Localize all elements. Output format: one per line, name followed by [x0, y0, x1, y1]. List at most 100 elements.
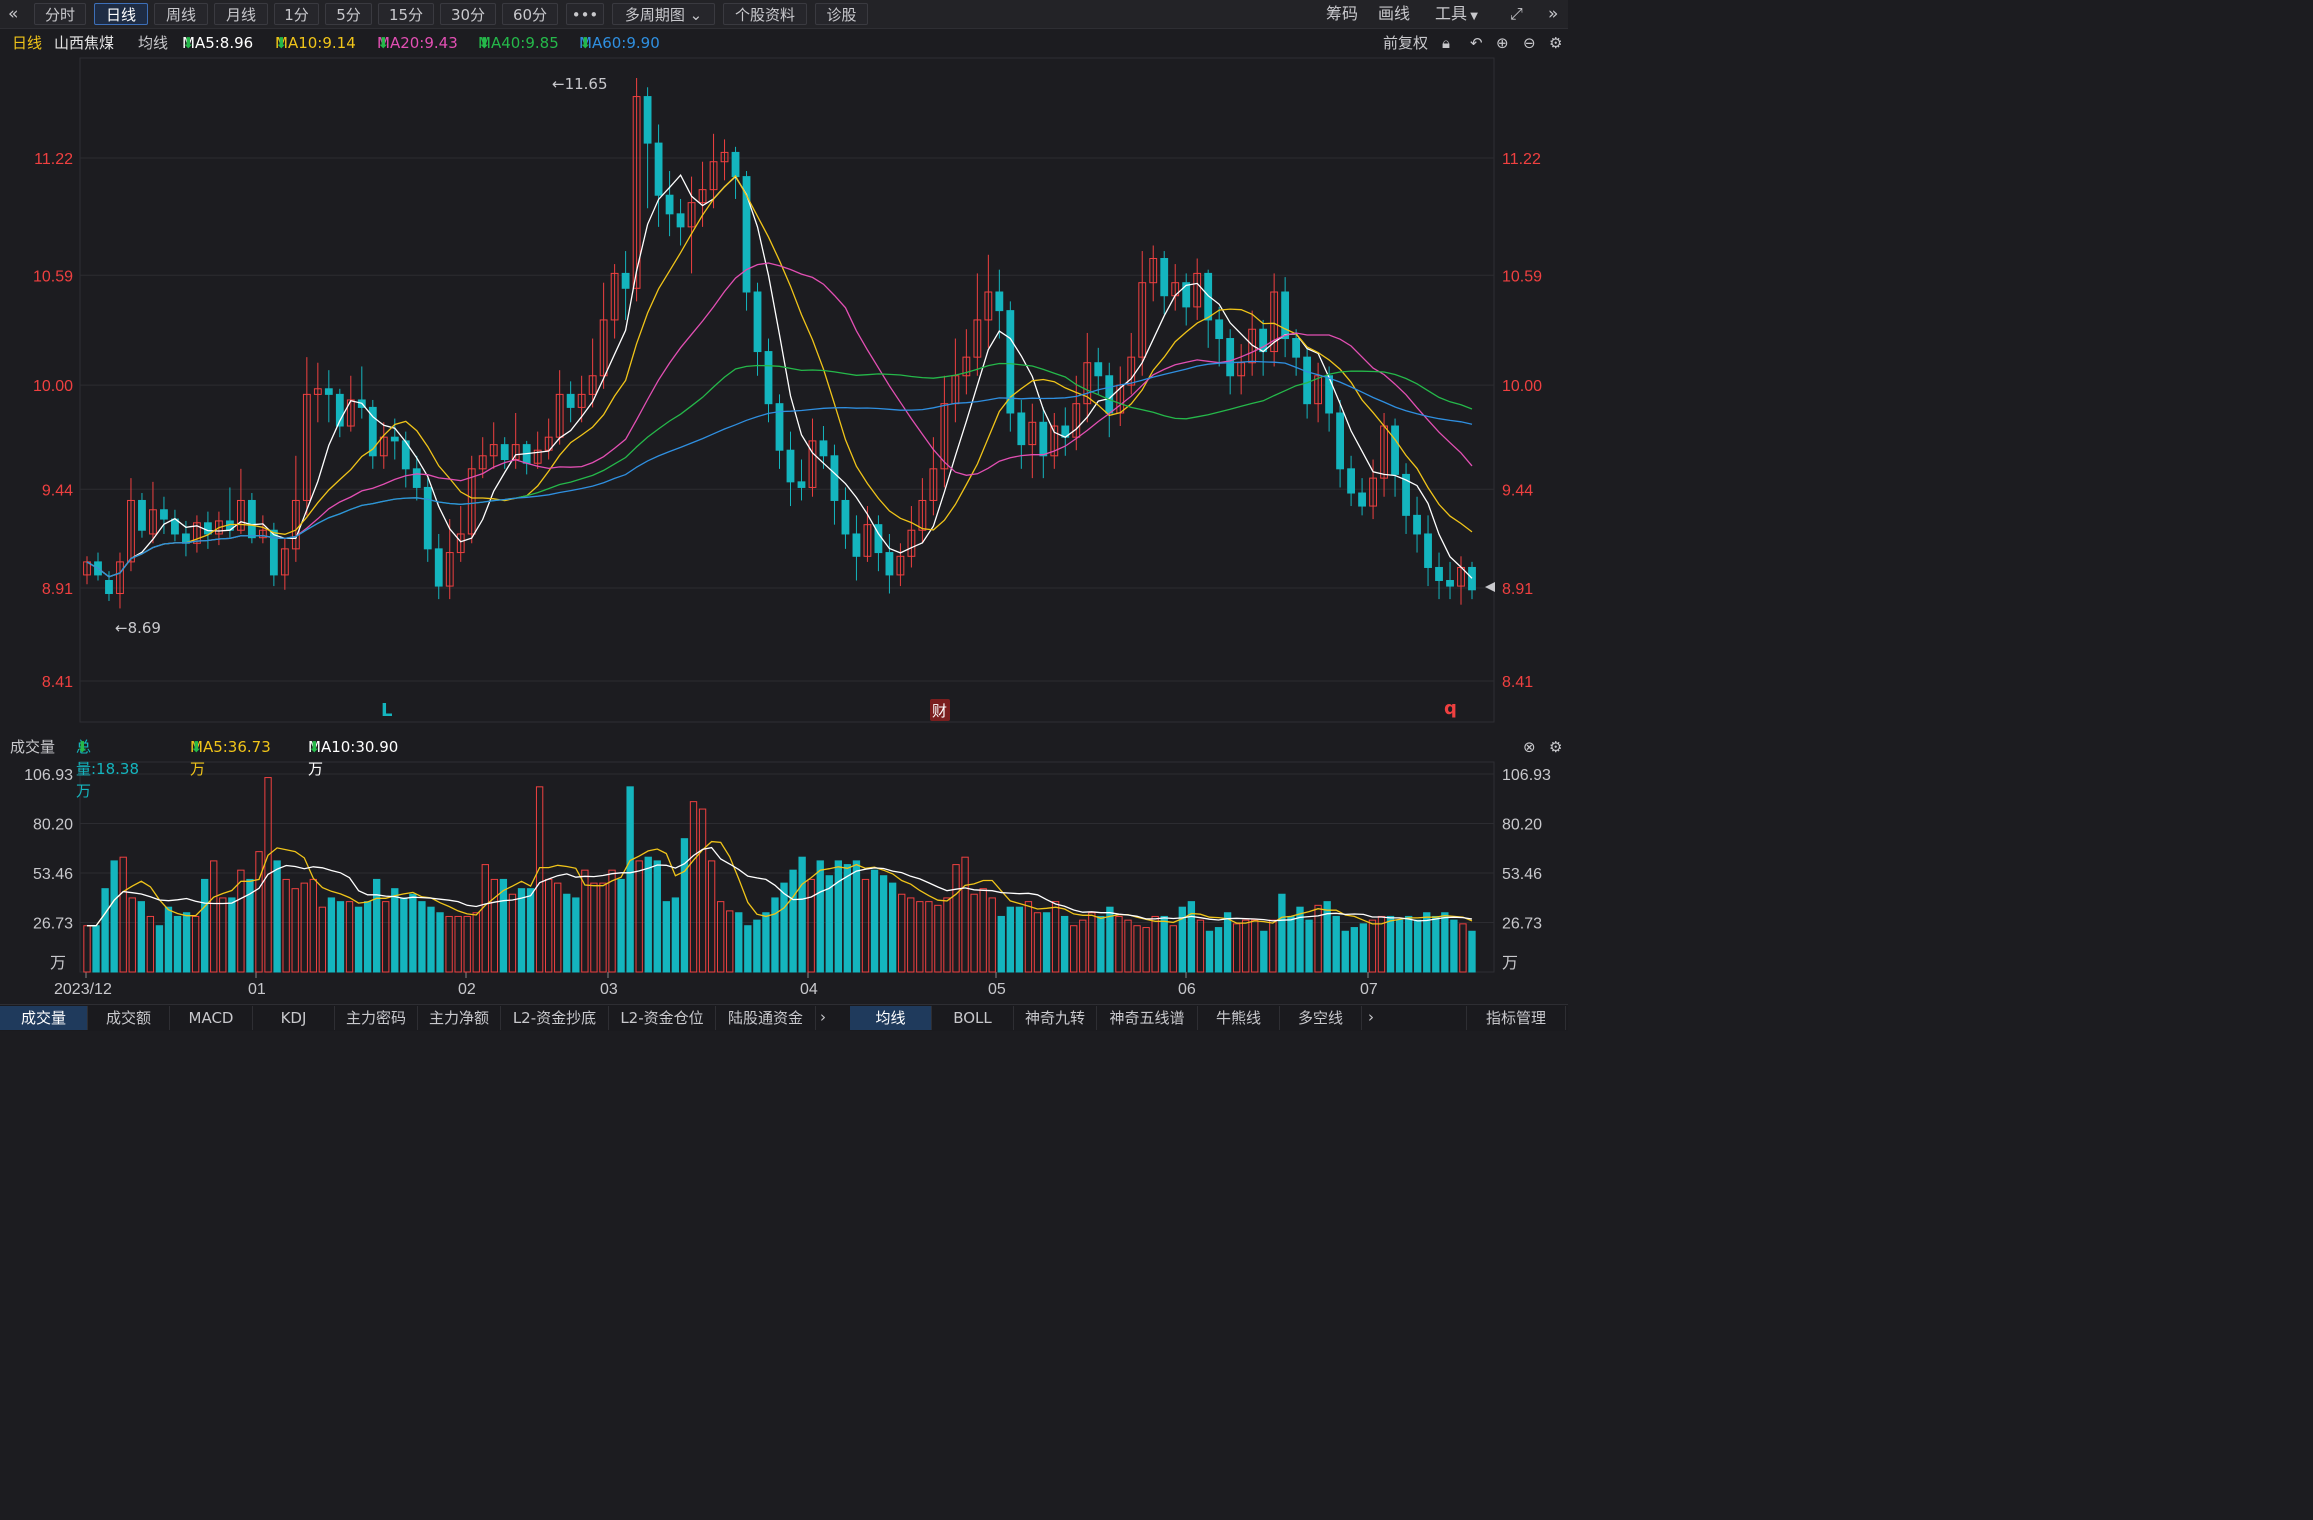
- bottom-tab-2[interactable]: MACD: [170, 1006, 253, 1030]
- price-tick-left: 9.44: [42, 482, 73, 499]
- volume-bar: [291, 888, 299, 973]
- bottom-tab-3[interactable]: KDJ: [253, 1006, 335, 1030]
- volume-bar: [155, 925, 164, 973]
- candle-body: [1336, 412, 1345, 470]
- price-tick-right: 8.91: [1502, 581, 1533, 598]
- volume-bar: [1432, 915, 1440, 973]
- volume-bar: [101, 888, 109, 973]
- volume-bar: [436, 912, 444, 973]
- volume-bar: [726, 910, 734, 973]
- close-icon[interactable]: ⊗: [1523, 736, 1536, 758]
- candle-body: [676, 213, 685, 228]
- volume-bar: [1051, 901, 1060, 973]
- indicator-tab-4[interactable]: 牛熊线: [1198, 1006, 1280, 1030]
- volume-bar: [1097, 915, 1105, 973]
- kline-chart[interactable]: 11.22 11.22 10.59 10.59 10.00 10.00 9.44 9.44 8.…: [0, 0, 1568, 1004]
- indicator-tab-5[interactable]: 多空线: [1280, 1006, 1362, 1030]
- candle-body: [1435, 566, 1443, 581]
- volume-unit-right: 万: [1502, 953, 1518, 972]
- chevron-right-icon[interactable]: ›: [1368, 1006, 1374, 1028]
- volume-bar: [1033, 912, 1042, 973]
- indicator-tab-0[interactable]: 均线: [850, 1006, 932, 1030]
- candle-body: [204, 522, 212, 535]
- volume-bar: [1079, 919, 1087, 973]
- chevron-right-icon[interactable]: ›: [820, 1006, 826, 1028]
- candle-body: [665, 194, 674, 215]
- price-tick-left: 8.41: [42, 674, 73, 691]
- indicator-tab-2[interactable]: 神奇九转: [1014, 1006, 1097, 1030]
- volume-bar: [1359, 923, 1368, 973]
- price-tick-right: 9.44: [1502, 482, 1533, 499]
- volume-bar: [418, 901, 426, 973]
- indicator-manage-button[interactable]: 指标管理: [1466, 1006, 1566, 1030]
- volume-ma10-line: [87, 846, 1473, 927]
- volume-bar: [137, 901, 145, 973]
- candle-body: [160, 509, 168, 520]
- volume-bar: [182, 912, 191, 973]
- volume-bar: [735, 912, 743, 973]
- volume-bar: [1214, 927, 1223, 973]
- bottom-tab-1[interactable]: 成交额: [88, 1006, 170, 1030]
- volume-bar: [1287, 915, 1295, 973]
- volume-bar: [1151, 915, 1159, 973]
- volume-bar: [698, 808, 707, 973]
- volume-bar: [753, 919, 761, 973]
- candle-body: [500, 444, 509, 461]
- volume-bar: [1196, 919, 1205, 973]
- candle-body: [819, 440, 828, 457]
- volume-bar: [1169, 925, 1177, 973]
- volume-bar: [1368, 919, 1377, 973]
- volume-bar: [327, 897, 336, 973]
- volume-bar: [273, 860, 281, 973]
- volume-bar: [680, 838, 689, 973]
- volume-bar: [816, 860, 824, 973]
- bottom-tab-4[interactable]: 主力密码: [335, 1006, 418, 1030]
- volume-bar: [1223, 912, 1232, 973]
- x-tick-label: 2023/12: [54, 981, 112, 998]
- current-price-pointer: [1485, 582, 1495, 592]
- indicator-tab-1[interactable]: BOLL: [932, 1006, 1014, 1030]
- volume-tick-right: 106.93: [1502, 767, 1551, 784]
- indicator-tab-3[interactable]: 神奇五线谱: [1097, 1006, 1198, 1030]
- volume-bar: [762, 912, 770, 973]
- volume-bar: [599, 882, 607, 973]
- volume-bar: [689, 801, 698, 973]
- volume-bar: [173, 915, 182, 973]
- volume-bar: [1450, 919, 1458, 973]
- volume-bar: [916, 901, 924, 973]
- candle-body: [1347, 468, 1355, 494]
- candle-body: [1226, 338, 1235, 377]
- gear-icon[interactable]: ⚙: [1549, 736, 1562, 758]
- volume-bar: [780, 882, 788, 973]
- volume-bar: [997, 915, 1005, 973]
- volume-bar: [1323, 901, 1331, 973]
- bottom-tab-0[interactable]: 成交量: [0, 1006, 88, 1030]
- volume-bar: [1015, 906, 1024, 973]
- candle-body: [1391, 425, 1399, 475]
- volume-bar: [345, 901, 354, 973]
- volume-bar: [644, 856, 652, 973]
- volume-bar: [1332, 915, 1340, 973]
- price-tick-left: 10.00: [33, 378, 73, 395]
- volume-tick-right: 80.20: [1502, 816, 1542, 833]
- volume-bar: [572, 897, 580, 973]
- volume-bar: [336, 901, 345, 973]
- candle-body: [105, 579, 113, 595]
- high-price-annotation: ←11.65: [552, 75, 608, 93]
- bottom-tab-8[interactable]: 陆股通资金: [716, 1006, 816, 1030]
- volume-bar: [825, 875, 833, 973]
- x-tick-label: 06: [1178, 981, 1196, 998]
- volume-unit-left: 万: [50, 953, 66, 972]
- bottom-tab-6[interactable]: L2-资金抄底: [501, 1006, 609, 1030]
- volume-bar: [798, 856, 806, 973]
- volume-bar: [508, 893, 517, 973]
- volume-bar: [128, 897, 136, 973]
- candle-body: [643, 96, 652, 144]
- volume-bar: [1423, 912, 1431, 973]
- event-marker-q: q: [1444, 698, 1457, 719]
- bottom-tab-5[interactable]: 主力净额: [418, 1006, 501, 1030]
- candle-body: [1292, 338, 1301, 358]
- price-tick-left: 8.91: [42, 581, 73, 598]
- candle-body: [995, 291, 1004, 312]
- bottom-tab-7[interactable]: L2-资金仓位: [609, 1006, 716, 1030]
